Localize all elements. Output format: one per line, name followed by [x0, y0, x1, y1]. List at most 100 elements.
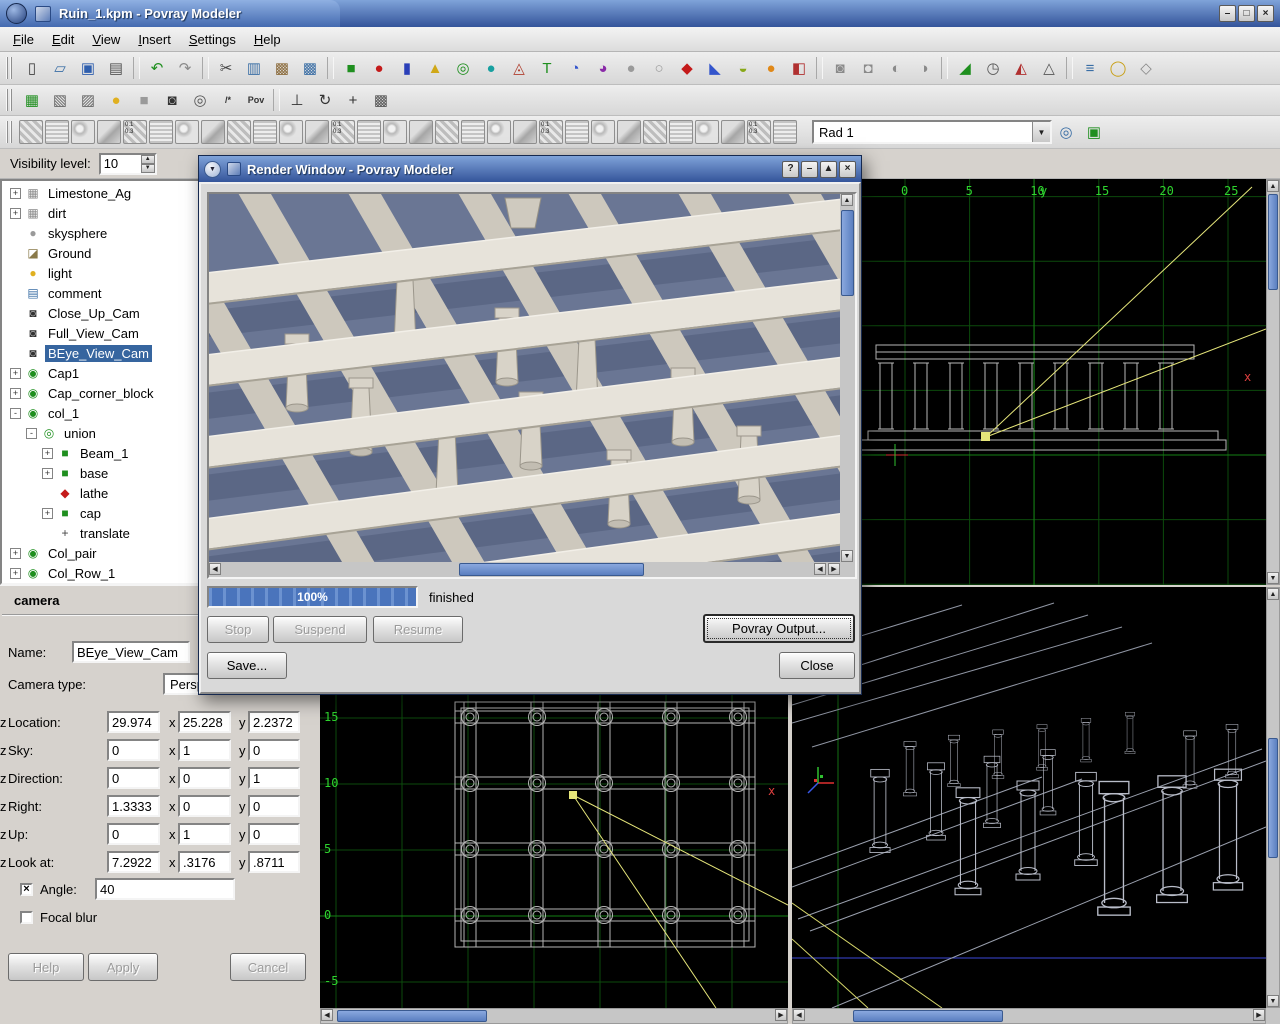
location-z-field[interactable] — [248, 711, 300, 733]
texture-map-icon[interactable] — [773, 120, 797, 144]
scroll-left-icon[interactable]: ◀ — [793, 1009, 805, 1021]
dialog-close-button[interactable]: × — [839, 161, 856, 178]
menu-insert[interactable]: Insert — [129, 30, 180, 49]
open-icon[interactable]: ▱ — [47, 55, 73, 81]
media-icon[interactable]: ◭ — [1008, 55, 1034, 81]
shade-button[interactable]: ▼ — [204, 161, 221, 178]
clock-icon[interactable]: ◷ — [980, 55, 1006, 81]
scroll-thumb[interactable] — [459, 563, 644, 576]
snap-grid-icon[interactable]: ▩ — [368, 87, 394, 113]
expand-icon[interactable]: + — [10, 568, 21, 579]
print-icon[interactable]: ▤ — [103, 55, 129, 81]
close-dialog-button[interactable]: Close — [779, 652, 855, 679]
toolbar-grip[interactable] — [6, 89, 14, 111]
scroll-up-icon[interactable]: ▲ — [1267, 180, 1279, 192]
blob-icon[interactable]: ◕ — [590, 55, 616, 81]
disc-icon[interactable]: ○ — [646, 55, 672, 81]
texture-map-icon[interactable] — [435, 120, 459, 144]
expand-icon[interactable]: + — [10, 368, 21, 379]
graphical-objects-icon[interactable]: ▦ — [19, 87, 45, 113]
right-x-field[interactable] — [107, 795, 160, 817]
collapse-icon[interactable]: - — [26, 428, 37, 439]
paste-special-icon[interactable]: ▩ — [297, 55, 323, 81]
texture-library-icon[interactable]: ▣ — [1081, 119, 1107, 145]
persp-view-hscroll[interactable]: ◀ ▶ — [792, 1008, 1266, 1024]
location-x-field[interactable] — [107, 711, 160, 733]
dialog-maximize-button[interactable]: ▲ — [820, 161, 837, 178]
rotate-tool-icon[interactable]: ↻ — [312, 87, 338, 113]
direction-z-field[interactable] — [248, 767, 300, 789]
angle-field[interactable] — [95, 878, 235, 900]
help-button[interactable]: Help — [8, 953, 84, 981]
interior-icon[interactable]: ◢ — [952, 55, 978, 81]
csg-special-icon[interactable]: ◧ — [786, 55, 812, 81]
scroll-right-icon[interactable]: ▶ — [828, 563, 840, 575]
light-source-icon[interactable]: ● — [103, 87, 129, 113]
lens-icon[interactable]: ◎ — [187, 87, 213, 113]
texture-map-icon[interactable] — [643, 120, 667, 144]
lookat-y-field[interactable] — [178, 851, 231, 873]
save-icon[interactable]: ▣ — [75, 55, 101, 81]
scroll-right-icon[interactable]: ▶ — [1253, 1009, 1265, 1021]
expand-icon[interactable]: + — [10, 188, 21, 199]
heightfield-icon[interactable]: ◬ — [506, 55, 532, 81]
texture-map-icon[interactable]: 0.1 0.3 — [123, 120, 147, 144]
up-z-field[interactable] — [248, 823, 300, 845]
texture-map-icon[interactable] — [97, 120, 121, 144]
cylinder-icon[interactable]: ▮ — [394, 55, 420, 81]
cone-icon[interactable]: ▲ — [422, 55, 448, 81]
ring-icon[interactable]: ◯ — [1105, 55, 1131, 81]
scroll-down-icon[interactable]: ▼ — [1267, 572, 1279, 584]
pigment-icon[interactable]: ▨ — [75, 87, 101, 113]
combo-dropdown-icon[interactable]: ▼ — [1032, 122, 1050, 142]
apply-button[interactable]: Apply — [88, 953, 158, 981]
scroll-thumb[interactable] — [337, 1010, 487, 1022]
dialog-minimize-button[interactable]: – — [801, 161, 818, 178]
right-y-field[interactable] — [178, 795, 231, 817]
render-hscroll[interactable]: ◀ ◀ ▶ — [209, 562, 840, 577]
visibility-input[interactable] — [101, 155, 141, 173]
texture-map-icon[interactable] — [721, 120, 745, 144]
texture-map-icon[interactable] — [617, 120, 641, 144]
cut-icon[interactable]: ✂ — [213, 55, 239, 81]
julia-fractal-icon[interactable]: ◔ — [562, 55, 588, 81]
up-x-field[interactable] — [107, 823, 160, 845]
difference-icon[interactable]: ◐ — [883, 55, 909, 81]
maximize-button[interactable]: □ — [1238, 5, 1255, 22]
expand-icon[interactable]: + — [42, 448, 53, 459]
new-icon[interactable]: ▯ — [19, 55, 45, 81]
triangle-icon[interactable]: △ — [1036, 55, 1062, 81]
persp-view-vscroll[interactable]: ▲ ▼ — [1266, 587, 1280, 1008]
declare-combo[interactable]: Rad 1▼ — [812, 120, 1052, 144]
texture-map-icon[interactable] — [71, 120, 95, 144]
texture-map-icon[interactable] — [149, 120, 173, 144]
toolbar-grip[interactable] — [6, 121, 14, 143]
texture-map-icon[interactable] — [279, 120, 303, 144]
collapse-icon[interactable]: - — [10, 408, 21, 419]
angle-checkbox[interactable]: × — [20, 883, 33, 896]
menu-help[interactable]: Help — [245, 30, 290, 49]
texture-map-icon[interactable] — [591, 120, 615, 144]
coordinate-axes-icon[interactable]: ⊥ — [284, 87, 310, 113]
texture-map-icon[interactable] — [175, 120, 199, 144]
expand-icon[interactable]: + — [42, 508, 53, 519]
declare-icon[interactable]: ▧ — [47, 87, 73, 113]
mesh-icon[interactable]: ≡ — [1077, 55, 1103, 81]
preview-icon[interactable]: ◎ — [1053, 119, 1079, 145]
visibility-spinbox[interactable]: ▲ ▼ — [99, 153, 157, 175]
texture-map-icon[interactable] — [253, 120, 277, 144]
scroll-thumb[interactable] — [1268, 738, 1278, 858]
paste-icon[interactable]: ▩ — [269, 55, 295, 81]
spin-up-icon[interactable]: ▲ — [141, 155, 155, 164]
redo-icon[interactable]: ↷ — [172, 55, 198, 81]
union-icon[interactable]: ◙ — [827, 55, 853, 81]
texture-map-icon[interactable] — [383, 120, 407, 144]
texture-map-icon[interactable] — [695, 120, 719, 144]
move-tool-icon[interactable]: + — [340, 87, 366, 113]
scroll-thumb[interactable] — [853, 1010, 1003, 1022]
menu-edit[interactable]: Edit — [43, 30, 83, 49]
right-z-field[interactable] — [248, 795, 300, 817]
focal-blur-checkbox[interactable] — [20, 911, 33, 924]
comment-icon[interactable]: /* — [215, 87, 241, 113]
menu-view[interactable]: View — [83, 30, 129, 49]
